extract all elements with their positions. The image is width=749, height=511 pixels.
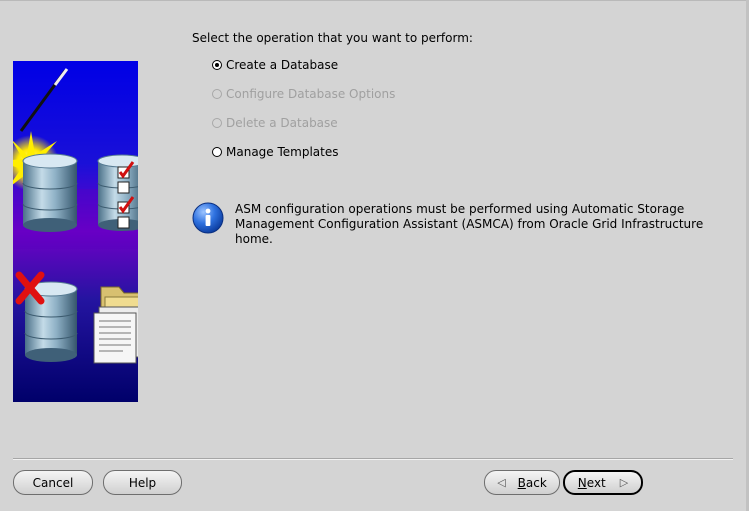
- radio-button-disabled: [212, 118, 222, 128]
- next-label-rest: ext: [586, 475, 606, 490]
- back-mnemonic: B: [517, 475, 526, 490]
- radio-configure-database-options: Configure Database Options: [212, 86, 395, 102]
- chevron-right-icon: ▷: [619, 476, 629, 489]
- radio-delete-database: Delete a Database: [212, 115, 338, 131]
- radio-button-selected[interactable]: [212, 60, 222, 70]
- operation-prompt: Select the operation that you want to pe…: [192, 31, 473, 45]
- radio-label-manage-templates: Manage Templates: [226, 145, 339, 159]
- wizard-banner-image: [13, 61, 138, 402]
- radio-label-configure-database-options: Configure Database Options: [226, 87, 396, 101]
- banner-illustration: [13, 61, 138, 402]
- info-icon: [192, 202, 224, 234]
- asm-info-line-2: Management Configuration Assistant (ASMC…: [235, 217, 704, 246]
- radio-button-disabled: [212, 89, 222, 99]
- database-icon: [22, 153, 78, 232]
- delete-database-icon: [15, 271, 78, 362]
- next-button-label: Next: [578, 476, 606, 490]
- radio-manage-templates[interactable]: Manage Templates: [212, 144, 339, 160]
- window-top-border: [0, 0, 749, 1]
- back-label-rest: ack: [525, 475, 547, 490]
- asm-info-message: ASM configuration operations must be per…: [235, 202, 735, 247]
- footer-separator: [13, 458, 733, 460]
- chevron-left-icon: ◁: [497, 476, 506, 489]
- radio-button[interactable]: [212, 147, 222, 157]
- next-button[interactable]: Next ▷: [563, 470, 643, 495]
- configure-database-icon: [97, 154, 138, 231]
- back-button[interactable]: ◁ Back: [484, 470, 560, 495]
- help-button[interactable]: Help: [103, 470, 182, 495]
- asm-info-line-1: ASM configuration operations must be per…: [235, 202, 685, 216]
- radio-create-database[interactable]: Create a Database: [212, 57, 338, 73]
- cancel-button[interactable]: Cancel: [13, 470, 93, 495]
- radio-label-create-database: Create a Database: [226, 58, 339, 72]
- radio-label-delete-database: Delete a Database: [226, 116, 338, 130]
- next-mnemonic: N: [577, 475, 587, 490]
- templates-folder-icon: [93, 286, 138, 364]
- back-button-label: Back: [518, 476, 547, 490]
